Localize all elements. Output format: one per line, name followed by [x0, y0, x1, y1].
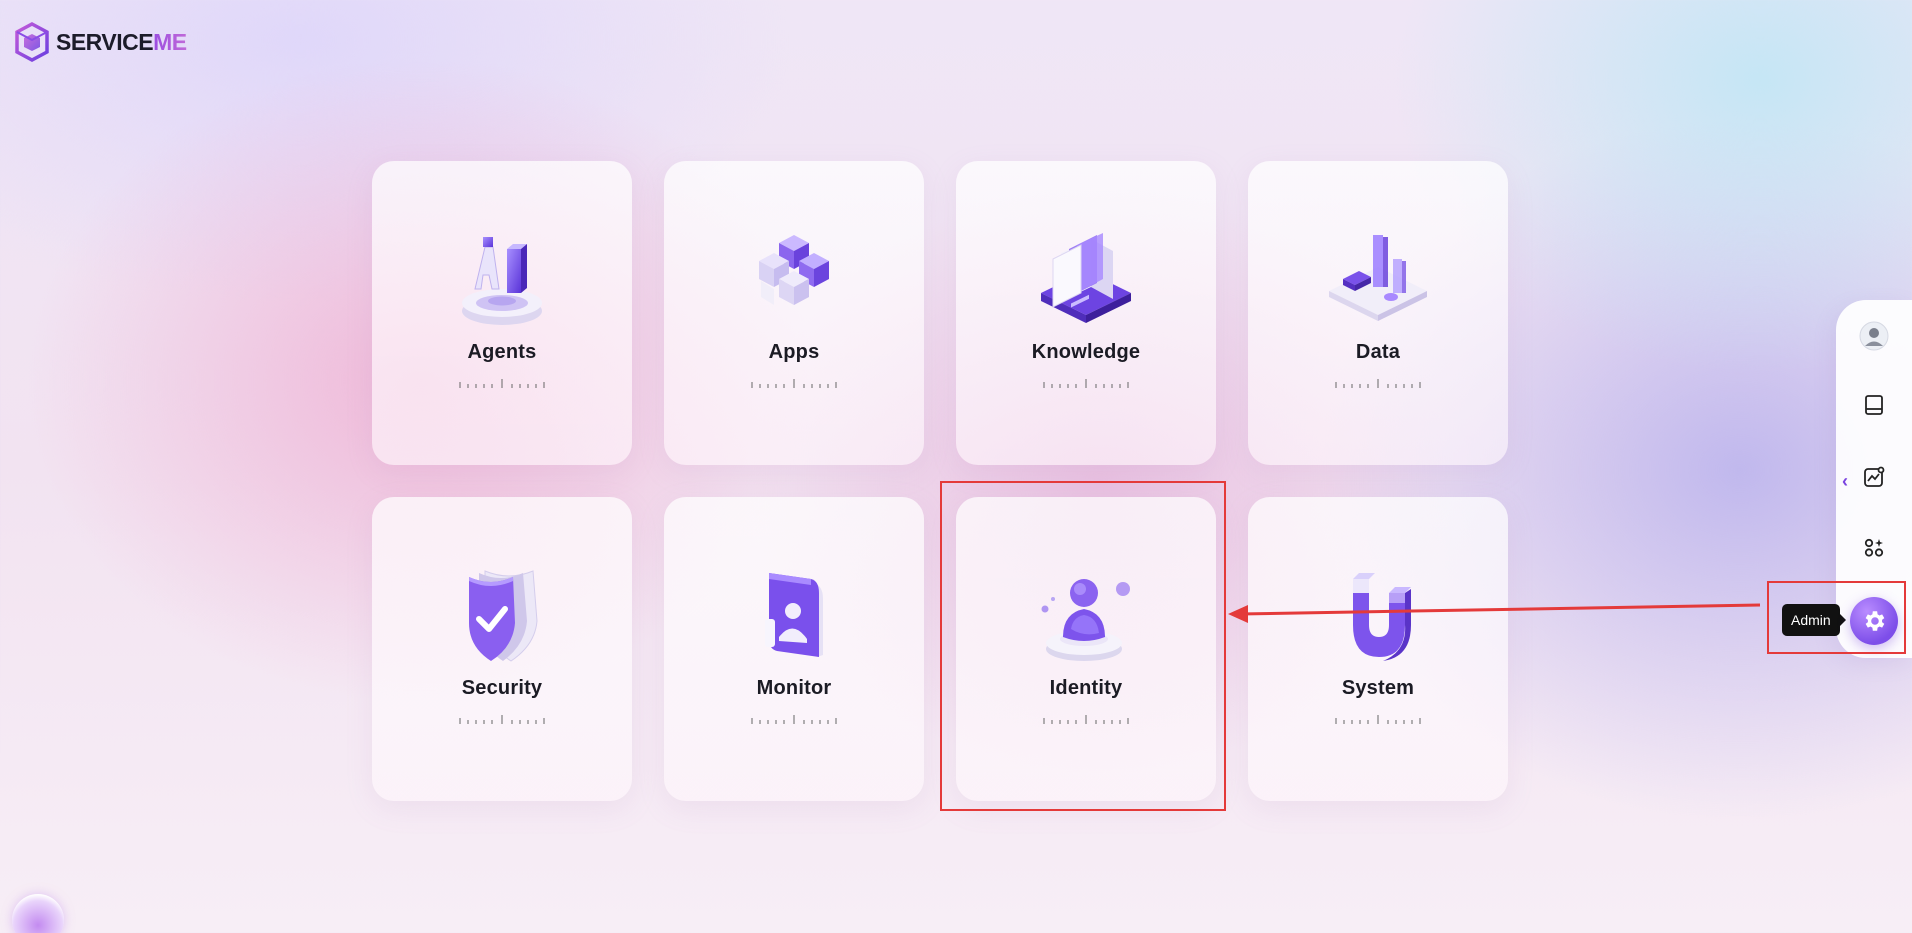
- data-chart-icon: [1318, 223, 1438, 333]
- card-title: System: [1341, 677, 1415, 699]
- card-ticks: [1043, 715, 1129, 724]
- card-title: Apps: [768, 341, 820, 363]
- card-title: Agents: [467, 341, 537, 363]
- card-title: Identity: [1049, 677, 1123, 699]
- card-title: Security: [461, 677, 543, 699]
- apps-grid-icon[interactable]: [1859, 533, 1889, 563]
- card-ticks: [751, 379, 837, 388]
- card-ticks: [1043, 379, 1129, 388]
- system-magnet-icon: [1318, 559, 1438, 669]
- card-data[interactable]: Data: [1248, 161, 1508, 465]
- card-agents[interactable]: Agents: [372, 161, 632, 465]
- admin-tooltip: Admin: [1782, 604, 1846, 636]
- admin-settings-button[interactable]: [1850, 597, 1898, 645]
- knowledge-books-icon: [1026, 223, 1146, 333]
- monitor-badge-icon: [734, 559, 854, 669]
- annotation-arrow: [1228, 603, 1761, 623]
- brand-logo: SERVICEME: [14, 22, 187, 62]
- card-ticks: [459, 715, 545, 724]
- identity-person-icon: [1026, 559, 1146, 669]
- assistant-bubble-button[interactable]: [12, 894, 64, 933]
- card-title: Monitor: [756, 677, 832, 699]
- book-icon[interactable]: [1859, 390, 1889, 420]
- user-avatar-icon[interactable]: [1859, 321, 1889, 351]
- card-identity[interactable]: Identity: [956, 497, 1216, 801]
- brand-name: SERVICEME: [56, 28, 187, 55]
- card-security[interactable]: Security: [372, 497, 632, 801]
- logo-cube-icon: [15, 22, 49, 62]
- apps-cubes-icon: [734, 223, 854, 333]
- card-ticks: [1335, 379, 1421, 388]
- card-apps[interactable]: Apps: [664, 161, 924, 465]
- gear-icon: [1865, 611, 1885, 631]
- card-system[interactable]: System: [1248, 497, 1508, 801]
- security-shield-icon: [442, 559, 562, 669]
- analytics-icon[interactable]: [1859, 462, 1889, 492]
- card-ticks: [1335, 715, 1421, 724]
- card-title: Data: [1355, 341, 1401, 363]
- card-monitor[interactable]: Monitor: [664, 497, 924, 801]
- card-ticks: [751, 715, 837, 724]
- card-title: Knowledge: [1031, 341, 1141, 363]
- agents-ai-icon: [442, 223, 562, 333]
- card-ticks: [459, 379, 545, 388]
- card-knowledge[interactable]: Knowledge: [956, 161, 1216, 465]
- collapse-chevron-icon[interactable]: ‹: [1836, 470, 1854, 492]
